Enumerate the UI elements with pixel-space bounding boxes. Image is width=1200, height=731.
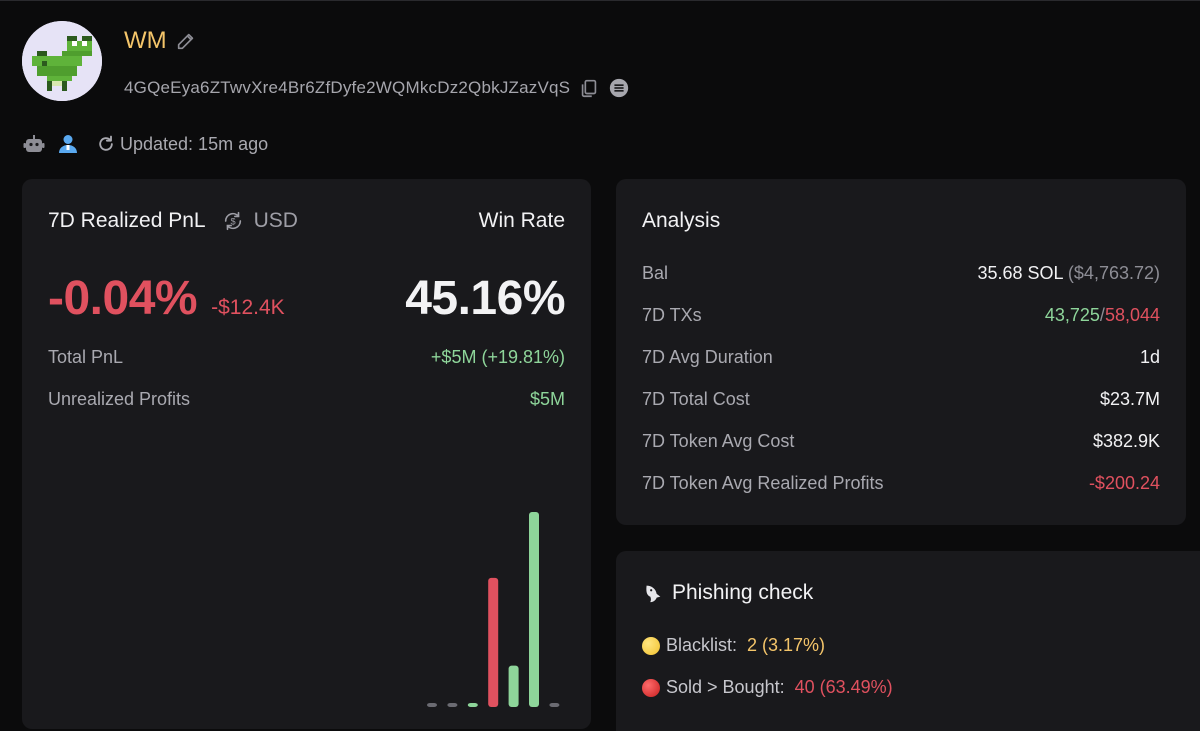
txs-row: 7D TXs 43,725/58,044 [642,305,1160,326]
txs-buy: 43,725 [1044,305,1100,325]
updated-status: Updated: 15m ago [96,134,268,155]
avatar [22,21,102,101]
user-icon [59,135,77,153]
duration-row: 7D Avg Duration 1d [642,347,1160,368]
total-cost-value: $23.7M [1099,389,1160,409]
sold-bought-row: Sold > Bought: 40 (63.49%) [642,677,893,698]
blacklist-value: 2 (3.17%) [747,635,826,655]
sold-bought-label: Sold > Bought: [666,677,785,697]
blacklist-row: Blacklist: 2 (3.17%) [642,635,825,656]
fish-icon [646,585,661,603]
phishing-title-row: Phishing check [642,581,813,605]
bal-label: Bal [642,263,669,283]
total-cost-label: 7D Total Cost [642,389,750,409]
phishing-card: Phishing check Blacklist: 2 (3.17%) Sold… [616,551,1200,731]
copy-icon[interactable] [578,77,600,99]
wallet-address-row: 4GQeEya6ZTwvXre4Br6ZfDyfe2WQMkcDz2QbkJZa… [124,77,630,99]
total-cost-row: 7D Total Cost $23.7M [642,389,1160,410]
pnl-distribution-chart [427,512,560,707]
bal-sol: 35.68 SOL [977,263,1063,283]
chart-bar-4 [488,577,499,707]
txs-label: 7D TXs [642,305,702,325]
analysis-card: Analysis Bal 35.68 SOL ($4,763.72) 7D TX… [616,179,1186,525]
token-avg-cost-row: 7D Token Avg Cost $382.9K [642,431,1160,452]
blacklist-label: Blacklist: [666,635,738,655]
red-circle-icon [642,678,660,697]
refresh-icon[interactable] [96,134,116,154]
chart-bar-6 [529,512,539,707]
token-avg-profit-label: 7D Token Avg Realized Profits [642,473,884,493]
chart-bar-2 [447,703,458,707]
analysis-title: Analysis [642,209,721,232]
wallet-page: WM 4GQeEya6ZTwvXre4Br6ZfDyfe2WQMkcDz2Qbk… [0,0,1200,731]
wallet-name: WM [124,27,167,54]
token-avg-profit-value: -$200.24 [1088,473,1160,493]
bal-usd: ($4,763.72) [1067,263,1160,283]
chart-bar-5 [508,665,519,707]
bal-value: 35.68 SOL ($4,763.72) [978,263,1161,284]
wallet-address: 4GQeEya6ZTwvXre4Br6ZfDyfe2WQMkcDz2QbkJZa… [124,78,571,97]
duration-value: 1d [1139,347,1160,367]
duration-label: 7D Avg Duration [642,347,773,367]
yellow-circle-icon [642,636,660,655]
token-avg-cost-label: 7D Token Avg Cost [642,431,795,451]
bal-row: Bal 35.68 SOL ($4,763.72) [642,263,1160,284]
txs-value: 43,725/58,044 [1045,305,1160,326]
menu-icon[interactable] [608,77,630,99]
robot-icon [23,135,45,152]
wallet-name-row: WM [124,27,197,55]
status-row: Updated: 15m ago [22,132,268,156]
token-avg-cost-value: $382.9K [1092,431,1160,451]
chart-bar-1 [427,703,437,707]
sold-bought-value: 40 (63.49%) [794,677,893,697]
chart-bar-3 [467,703,478,707]
chart-bar-7 [549,703,560,707]
txs-sell: 58,044 [1104,305,1160,325]
token-avg-profit-row: 7D Token Avg Realized Profits -$200.24 [642,473,1160,494]
updated-text: Updated: 15m ago [120,133,269,154]
frog-avatar-image [22,21,102,101]
pencil-icon[interactable] [175,30,197,52]
phishing-title: Phishing check [672,581,814,604]
pnl-card: 7D Realized PnL $ USD Win Rate -0.04% -$… [22,179,591,729]
